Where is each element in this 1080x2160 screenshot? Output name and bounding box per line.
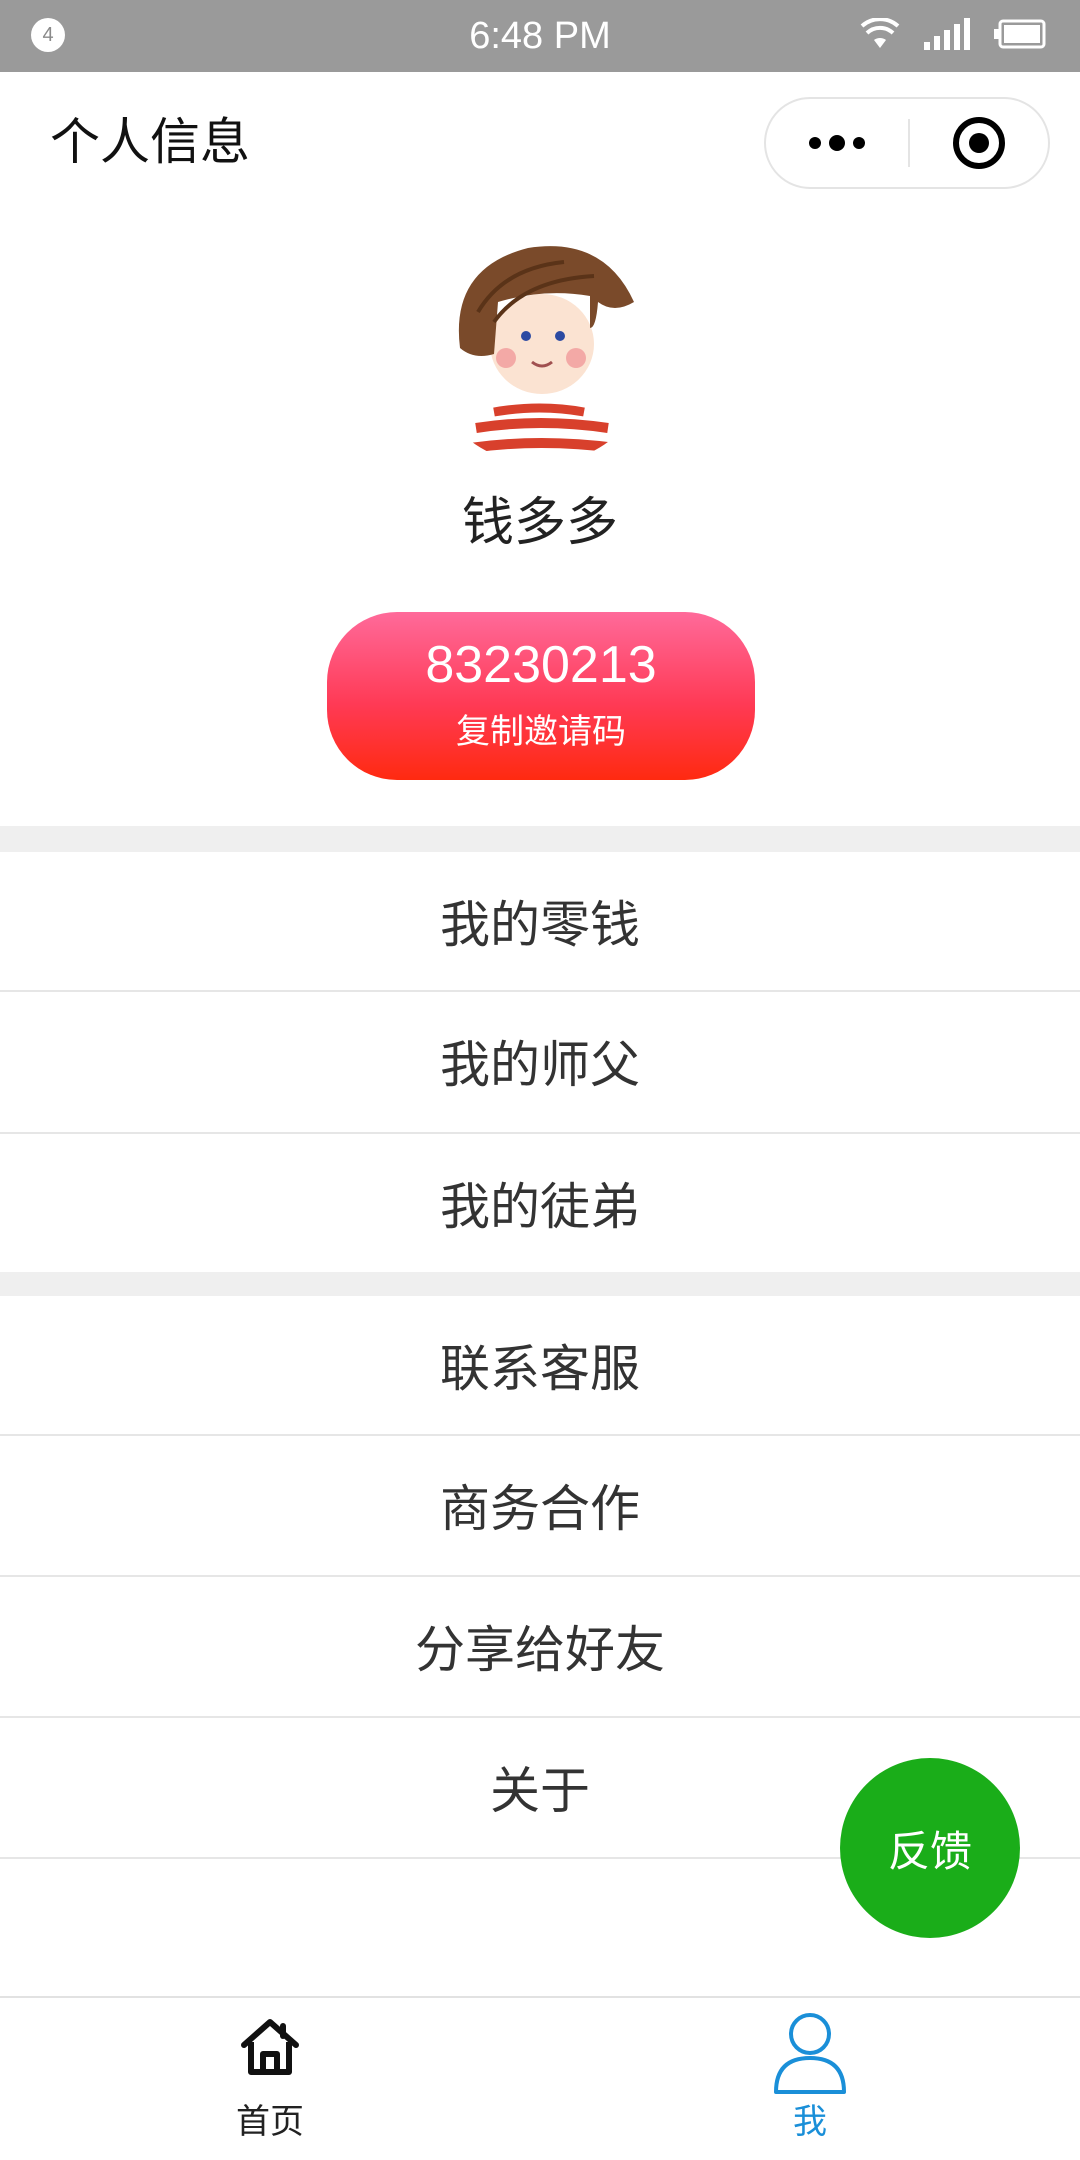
wifi-icon — [860, 17, 900, 54]
status-bar: 4 6:48 PM — [0, 0, 1080, 72]
username: 钱多多 — [461, 493, 618, 553]
copy-invite-code-button[interactable]: 83230213 复制邀请码 — [327, 612, 755, 780]
menu-item-label: 我的零钱 — [440, 896, 640, 954]
home-icon — [237, 2014, 303, 2084]
menu-item-apprentice[interactable]: 我的徒弟 — [0, 1134, 1080, 1272]
menu-item-label: 我的徒弟 — [440, 1178, 640, 1236]
feedback-button[interactable]: 反馈 — [840, 1758, 1020, 1938]
close-target-icon — [953, 117, 1005, 169]
section-divider — [0, 1272, 1080, 1296]
menu-item-label: 关于 — [490, 1762, 590, 1820]
tab-home[interactable]: 首页 — [0, 1998, 540, 2160]
status-icons — [860, 17, 1046, 54]
menu-item-wallet[interactable]: 我的零钱 — [0, 852, 1080, 990]
mini-program-capsule — [764, 97, 1050, 189]
invite-code: 83230213 — [425, 636, 657, 694]
invite-label: 复制邀请码 — [456, 712, 626, 752]
menu-item-label: 商务合作 — [440, 1480, 640, 1538]
menu-item-master[interactable]: 我的师父 — [0, 992, 1080, 1130]
menu-item-label: 分享给好友 — [415, 1621, 665, 1679]
person-icon — [772, 2010, 848, 2098]
page-title: 个人信息 — [50, 113, 250, 171]
menu-item-customer-service[interactable]: 联系客服 — [0, 1296, 1080, 1434]
close-button[interactable] — [910, 99, 1048, 187]
battery-icon — [994, 19, 1046, 53]
menu-item-share[interactable]: 分享给好友 — [0, 1577, 1080, 1715]
signal-icon — [922, 18, 972, 54]
header: 个人信息 — [0, 72, 1080, 214]
more-dots-icon — [809, 135, 865, 151]
section-divider — [0, 826, 1080, 852]
menu-item-business[interactable]: 商务合作 — [0, 1436, 1080, 1574]
feedback-label: 反馈 — [887, 1826, 972, 1876]
more-button[interactable] — [766, 99, 908, 187]
menu-item-label: 联系客服 — [440, 1340, 640, 1398]
menu-item-label: 我的师父 — [440, 1036, 640, 1094]
tab-home-label: 首页 — [236, 2102, 304, 2142]
tab-me[interactable]: 我 — [540, 1998, 1080, 2160]
avatar — [424, 232, 656, 464]
screen: 4 6:48 PM 个人信息 钱多多 83230213 复制邀请码 我的零钱 我… — [0, 0, 1080, 2160]
tab-me-label: 我 — [793, 2102, 827, 2142]
tab-bar: 首页 我 — [0, 1996, 1080, 2160]
